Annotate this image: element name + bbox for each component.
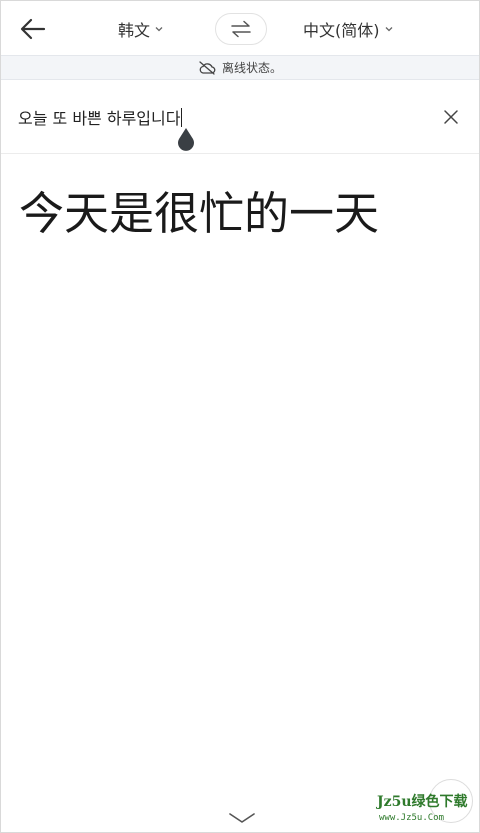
arrow-left-icon [20, 18, 46, 40]
cloud-off-icon [199, 60, 216, 75]
swap-languages-button[interactable] [215, 13, 267, 45]
watermark-text: Jz5u绿色下载 [377, 794, 468, 810]
chevron-down-icon [385, 27, 392, 32]
chevron-down-icon [155, 27, 163, 32]
translation-result: 今天是很忙的一天 [19, 187, 380, 240]
text-caret [181, 108, 183, 127]
swap-arrows-icon [231, 20, 251, 38]
target-language-label: 中文(简体) [303, 21, 380, 40]
offline-status-text: 离线状态。 [221, 61, 282, 75]
source-language-selector[interactable]: 韩文 [118, 15, 164, 43]
target-language-selector[interactable]: 中文(简体) [303, 15, 394, 43]
source-language-label: 韩文 [118, 21, 151, 40]
back-button[interactable] [19, 15, 47, 43]
source-text: 오늘 또 바쁜 하루입니다 [18, 109, 181, 128]
chevron-down-icon [229, 813, 255, 823]
source-text-field[interactable]: 오늘 또 바쁜 하루입니다 [18, 105, 183, 129]
offline-banner: 离线状态。 [1, 55, 479, 80]
caret-handle-icon[interactable] [176, 127, 196, 151]
clear-button[interactable] [441, 107, 461, 127]
close-icon [444, 110, 458, 124]
translate-screen: 韩文 中文(简体) 离线状态。 오늘 또 바쁜 하루입니다 今天是很忙的一天 J… [0, 0, 480, 833]
source-input-area[interactable]: 오늘 또 바쁜 하루입니다 [1, 80, 479, 154]
collapse-button[interactable] [227, 809, 257, 827]
watermark-url: www.Jz5u.Com [379, 813, 445, 823]
top-bar: 韩文 中文(简体) [1, 1, 479, 55]
